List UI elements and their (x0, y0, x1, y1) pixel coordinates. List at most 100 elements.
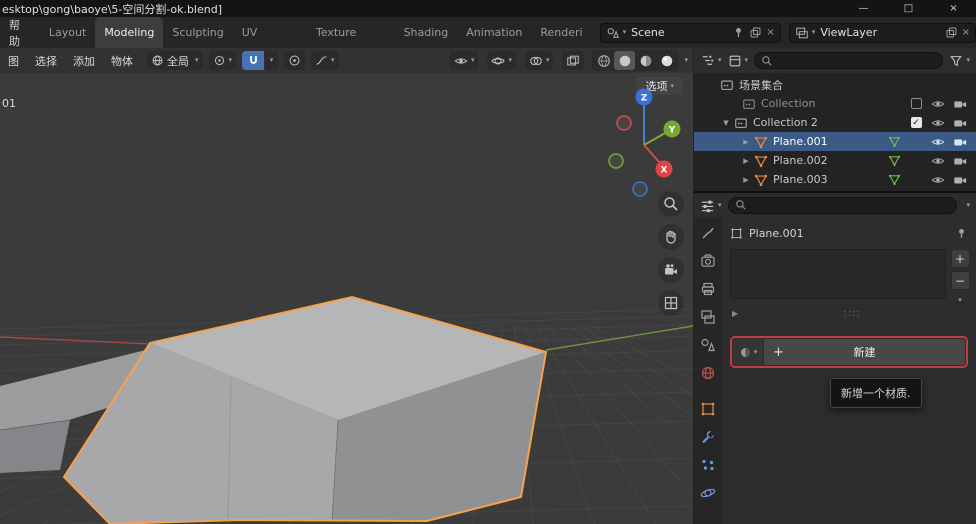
pivot-point-dropdown[interactable]: ▾ (209, 51, 237, 70)
snap-magnet-toggle[interactable] (242, 51, 264, 70)
editor-type-outliner-icon[interactable] (700, 53, 715, 68)
shading-rendered-button[interactable] (656, 51, 677, 70)
gizmos-dropdown[interactable]: ▾ (487, 51, 516, 70)
collection-icon (734, 116, 748, 130)
3d-viewport[interactable]: 01 选项 ▾ Z Y X (0, 73, 693, 524)
new-copy-icon[interactable] (945, 26, 958, 39)
falloff-dropdown[interactable]: ▾ (311, 51, 339, 70)
outliner-search-input[interactable] (754, 52, 943, 69)
tab-tool-icon[interactable] (700, 225, 716, 241)
render-camera-icon[interactable] (952, 173, 968, 187)
browse-material-dropdown[interactable]: ▾ (733, 339, 763, 365)
editor-type-properties-icon[interactable] (700, 198, 715, 213)
display-mode-icon[interactable] (728, 54, 742, 68)
material-slots-list[interactable] (730, 249, 946, 299)
collection-icon (742, 97, 756, 111)
properties-search-input[interactable] (728, 197, 958, 214)
exclude-checkbox[interactable] (911, 98, 922, 109)
camera-view-tool[interactable] (658, 257, 684, 283)
hide-eye-icon[interactable] (930, 116, 946, 130)
outliner-row-collection-2[interactable]: ▼ Collection 2 ✓ (694, 113, 976, 132)
chevron-down-icon[interactable]: ▾ (718, 57, 722, 64)
workspace-tab-modeling[interactable]: Modeling (95, 17, 163, 48)
menu-select[interactable]: 选择 (27, 53, 65, 69)
hide-eye-icon[interactable] (930, 173, 946, 187)
slot-specials-dropdown[interactable]: ▾ (958, 297, 962, 304)
outliner-row-plane-001[interactable]: ▶ Plane.001 (694, 132, 976, 151)
remove-icon[interactable]: × (962, 27, 970, 38)
new-material-button[interactable]: + 新建 (764, 339, 965, 365)
render-camera-icon[interactable] (952, 135, 968, 149)
expand-caret-icon[interactable]: ▶ (738, 138, 754, 146)
xray-toggle[interactable] (562, 51, 584, 70)
workspace-tab-rendering[interactable]: Renderi (531, 17, 591, 48)
chevron-down-icon[interactable]: ▾ (966, 202, 970, 209)
add-slot-button[interactable]: + (951, 249, 970, 268)
render-camera-icon[interactable] (952, 116, 968, 130)
tab-particles-icon[interactable] (700, 457, 716, 473)
tab-viewlayer-icon[interactable] (700, 309, 716, 325)
pin-icon[interactable] (732, 26, 745, 39)
workspace-tab-layout[interactable]: Layout (40, 17, 95, 48)
object-visibility-dropdown[interactable]: ▾ (450, 51, 479, 70)
workspace-tab-shading[interactable]: Shading (395, 17, 458, 48)
ortho-grid-tool[interactable] (658, 290, 684, 316)
pan-hand-tool[interactable] (658, 224, 684, 250)
zoom-tool[interactable] (658, 191, 684, 217)
navigation-gizmo[interactable]: Z Y X (604, 85, 688, 203)
hide-eye-icon[interactable] (930, 135, 946, 149)
minimize-button[interactable]: — (841, 0, 886, 17)
close-button[interactable]: × (931, 0, 976, 17)
collapse-caret-icon[interactable]: ▼ (718, 119, 734, 127)
snap-settings-dropdown[interactable]: ▾ (265, 51, 278, 70)
hide-eye-icon[interactable] (930, 154, 946, 168)
menu-object[interactable]: 物体 (103, 53, 141, 69)
tab-output-icon[interactable] (700, 281, 716, 297)
resize-grip[interactable]: :::: (738, 308, 966, 319)
exclude-checkbox[interactable]: ✓ (911, 117, 922, 128)
tab-object-icon[interactable] (700, 401, 716, 417)
hide-eye-icon[interactable] (930, 97, 946, 111)
unlink-icon[interactable]: × (766, 27, 774, 38)
remove-slot-button[interactable]: − (951, 271, 970, 290)
tab-scene-icon[interactable] (700, 337, 716, 353)
expand-caret-icon[interactable]: ▶ (738, 176, 754, 184)
maximize-button[interactable]: □ (886, 0, 931, 17)
workspace-tab-texture-paint[interactable]: Texture Paint (307, 17, 395, 48)
overlays-dropdown[interactable]: ▾ (525, 51, 554, 70)
menu-view[interactable]: 图 (0, 53, 27, 69)
viewlayer-selector[interactable]: ▾ ViewLayer × (789, 23, 976, 43)
tab-world-icon[interactable] (700, 365, 716, 381)
render-camera-icon[interactable] (952, 97, 968, 111)
search-icon (735, 199, 747, 211)
workspace-tab-animation[interactable]: Animation (457, 17, 531, 48)
proportional-editing-toggle[interactable] (284, 51, 305, 70)
tab-render-icon[interactable] (700, 253, 716, 269)
tab-physics-icon[interactable] (700, 485, 716, 501)
outliner-row-scene-collection[interactable]: 场景集合 (694, 75, 976, 94)
menu-add[interactable]: 添加 (65, 53, 103, 69)
pin-icon[interactable] (955, 227, 968, 240)
chevron-down-icon[interactable]: ▾ (966, 57, 970, 64)
viewport-canvas[interactable] (0, 73, 693, 524)
shading-solid-button[interactable] (614, 51, 635, 70)
menu-help[interactable]: 帮助 (0, 17, 40, 49)
chevron-down-icon[interactable]: ▾ (745, 57, 749, 64)
shading-wireframe-button[interactable] (593, 51, 614, 70)
tab-modifiers-icon[interactable] (700, 429, 716, 445)
workspace-tab-sculpting[interactable]: Sculpting (163, 17, 232, 48)
selected-mesh-object[interactable] (64, 297, 546, 524)
outliner-row-collection[interactable]: Collection (694, 94, 976, 113)
filter-funnel-icon[interactable] (949, 54, 963, 68)
new-copy-icon[interactable] (749, 26, 762, 39)
workspace-tab-uv-editing[interactable]: UV Editing (233, 17, 307, 48)
chevron-down-icon[interactable]: ▾ (718, 202, 722, 209)
outliner-row-plane-003[interactable]: ▶ Plane.003 (694, 170, 976, 189)
transform-orientation-dropdown[interactable]: 全局 ▾ (147, 51, 203, 70)
expand-caret-icon[interactable]: ▶ (738, 157, 754, 165)
shading-material-button[interactable] (635, 51, 656, 70)
scene-selector[interactable]: ▾ Scene × (600, 23, 781, 43)
shading-dropdown[interactable]: ▾ (684, 57, 688, 64)
render-camera-icon[interactable] (952, 154, 968, 168)
outliner-row-plane-002[interactable]: ▶ Plane.002 (694, 151, 976, 170)
